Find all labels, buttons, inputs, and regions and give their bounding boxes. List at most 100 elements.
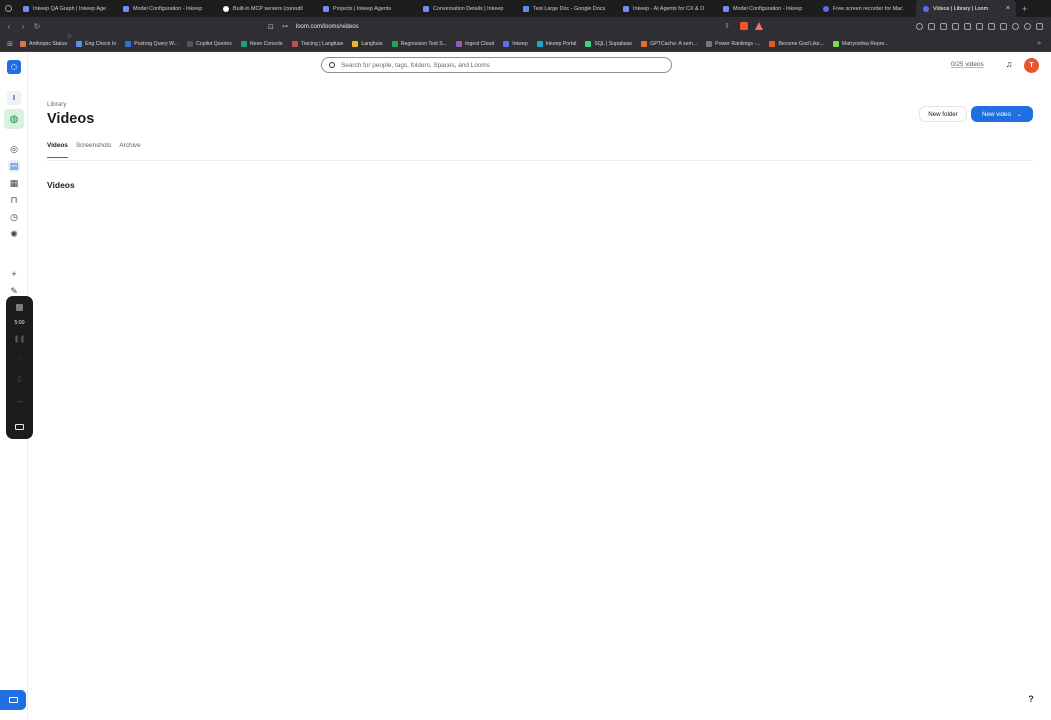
section-title: Videos [47,180,75,190]
camera-toggle-icon[interactable] [15,424,24,430]
history-icon[interactable]: ◷ [8,211,20,223]
bookmark-item[interactable]: Power Rankings -... [706,40,761,47]
bookmark-icon[interactable]: ⊡ [268,23,274,31]
browser-tab[interactable]: Projects | Inkeep Agents [316,0,416,17]
tab-search-icon[interactable] [0,0,16,17]
new-tab-button[interactable]: + [1022,4,1027,14]
bookmark-item[interactable]: Eng Check In [76,40,116,47]
search-box[interactable] [321,57,672,73]
inkeep-favicon-icon [423,5,429,12]
draw-tool-icon[interactable]: ⇿ [6,398,33,406]
workspace-avatar[interactable]: I [7,91,21,105]
browser-tab[interactable]: Inkeep - AI Agents for CX & O [616,0,716,17]
browser-tab[interactable]: Free screen recorder for Mac [816,0,916,17]
share-icon[interactable]: ⇪ [724,22,730,30]
bookmarks-overflow-icon[interactable]: » [1037,40,1041,47]
extension-icon[interactable] [940,23,947,30]
new-folder-button[interactable]: New folder [919,106,967,122]
restart-icon[interactable]: ◌ [6,355,33,362]
brave-shields-icon[interactable] [740,22,748,30]
loom-logo-icon[interactable] [7,60,21,74]
bookmark-item[interactable]: Anthropic Status [20,40,68,47]
bookmark-favicon-icon [20,40,26,47]
sidebar-toggle-icon[interactable] [976,23,983,30]
search-input[interactable] [341,61,641,69]
extension-icon[interactable] [916,23,923,30]
bookmark-item[interactable]: Neon Console [240,40,283,47]
inkeep-favicon-icon [323,5,329,12]
extensions-icon[interactable] [1000,23,1007,30]
apps-grid-icon[interactable]: ⊞ [0,40,20,48]
person-icon[interactable]: ◎ [8,143,20,155]
site-info-icon[interactable]: ⊶ [282,23,288,30]
bookmark-item[interactable]: Inkeep Portal [536,40,577,47]
bookmark-item[interactable]: Ingest Cloud [456,40,494,47]
bookmark-label: Matryoshka Repre... [842,40,889,47]
settings-icon[interactable]: ✺ [8,228,20,240]
add-icon[interactable]: + [8,268,20,280]
bookmark-item[interactable]: Matryoshka Repre... [833,40,889,47]
browser-tab[interactable]: Test Large Doc - Google Docs [516,0,616,17]
browser-tab[interactable]: Conversation Details | Inkeep [416,0,516,17]
tab-screenshots[interactable]: Screenshots [76,142,112,158]
start-recording-button[interactable] [0,690,26,710]
video-quota-link[interactable]: 0/25 videos [951,61,984,68]
tab-archive[interactable]: Archive [119,142,140,158]
bookmark-favicon-icon [240,40,247,47]
menu-icon[interactable] [1036,23,1043,30]
url-text[interactable]: loom.com/looms/videos [296,24,359,30]
brave-rewards-icon[interactable] [755,22,763,30]
pause-icon[interactable]: ❚❚ [6,335,33,343]
browser-tab-title: Built-in MCP servers (coreutil [233,5,303,12]
back-icon[interactable]: ‹ [2,22,16,31]
browser-tab[interactable]: Model Configuration - Inkeep [116,0,216,17]
bookmark-item[interactable]: Postrog Query W... [125,40,179,47]
search-icon [329,62,335,68]
page-title: Videos [47,111,95,127]
calendar-icon[interactable]: ▦ [8,177,20,189]
bookmark-nav-icon[interactable]: ⊓ [8,194,20,206]
tab-videos[interactable]: Videos [47,142,68,158]
browser-tab[interactable]: Inkeep QA Graph | Inkeep Age [16,0,116,17]
extension-icon[interactable] [964,23,971,30]
bookmark-item[interactable]: Tracing | Langfuse [291,40,343,47]
help-icon[interactable]: ? [1024,692,1038,706]
bookmark-label: Postrog Query W... [134,40,179,47]
bookmark-item[interactable]: Langfuse [352,40,383,47]
browser-tab[interactable]: Model Configuration - Inkeep [716,0,816,17]
wallet-icon[interactable] [988,23,995,30]
browser-tab[interactable]: Built-in MCP servers (coreutil [216,0,316,17]
browser-tab-title: Conversation Details | Inkeep [433,5,504,12]
bookmark-label: Anthropic Status [29,40,68,47]
vpn-icon[interactable] [1012,23,1019,30]
delete-icon[interactable]: ▯ [6,375,33,383]
bookmark-label: GPTCache: A sem... [650,40,698,47]
reload-icon[interactable]: ↻ [30,22,44,31]
new-video-button[interactable]: New video ⌄ [971,106,1033,122]
bookmark-item[interactable]: Inkeep [503,40,528,47]
bookmark-item[interactable]: Regression Test S... [391,40,447,47]
bookmark-item[interactable]: Copilot Queries [187,40,232,47]
bookmark-item[interactable]: Become God Like... [769,40,824,47]
extension-icon[interactable] [952,23,959,30]
extension-icon[interactable] [928,23,935,30]
globe-icon[interactable]: ◍ [4,109,24,129]
bookmark-label: Inkeep Portal [545,40,577,47]
forward-icon[interactable]: › [16,22,30,31]
close-tab-icon[interactable]: × [1006,5,1010,12]
bookmark-item[interactable]: GPTCache: A sem... [641,40,698,47]
bookmark-favicon-icon [585,40,592,47]
breadcrumb[interactable]: Library [47,101,67,108]
chevron-down-icon[interactable]: ⌄ [1017,111,1022,118]
bookmark-item[interactable]: SQL | Supabase [585,40,632,47]
bookmark-label: Inkeep [512,40,528,47]
stop-recording-icon[interactable] [16,304,23,311]
user-avatar[interactable]: T [1024,58,1039,73]
bookmark-label: Power Rankings -... [715,40,761,47]
browser-tab[interactable]: Videos | Library | Loom × [916,0,1016,17]
bookmark-label: Copilot Queries [196,40,232,47]
profile-icon[interactable] [1024,23,1031,30]
library-icon[interactable]: ▤ [8,160,20,172]
url-field[interactable]: ⊡ ⊶ loom.com/looms/videos [268,19,768,34]
notifications-bell-icon[interactable]: ♫ [1004,59,1014,69]
